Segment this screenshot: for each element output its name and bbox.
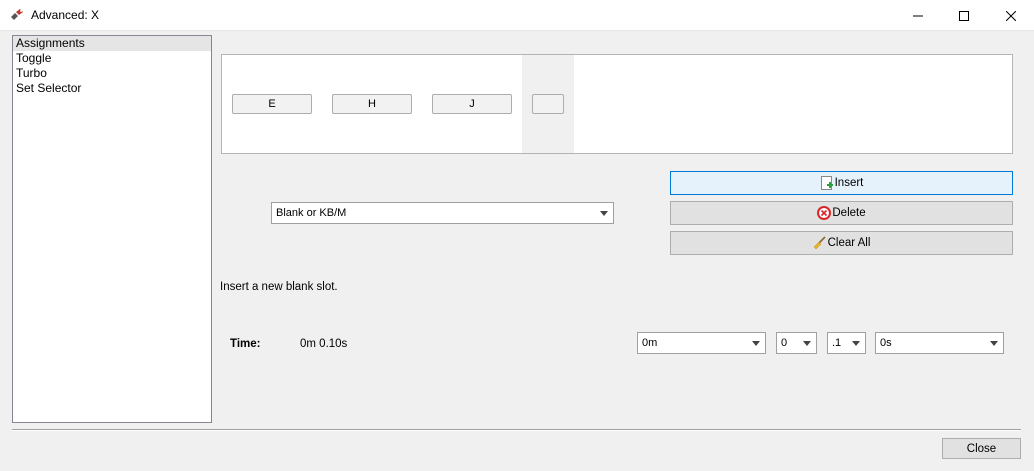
chevron-down-icon: [852, 341, 860, 346]
chevron-down-icon: [990, 341, 998, 346]
delete-label: Delete: [832, 207, 866, 219]
close-icon: [1006, 10, 1016, 21]
chevron-down-icon: [600, 211, 608, 216]
slot-button-h[interactable]: H: [332, 94, 412, 114]
slot-button-e[interactable]: E: [232, 94, 312, 114]
insert-label: Insert: [834, 177, 864, 189]
delete-button[interactable]: Delete: [670, 201, 1013, 225]
delete-icon: [817, 206, 832, 220]
minimize-icon: [913, 15, 923, 16]
time-unit-value: 0s: [880, 337, 892, 349]
maximize-icon: [959, 10, 969, 21]
time-value: 0m 0.10s: [300, 338, 348, 350]
footer-divider: [12, 429, 1021, 431]
broom-icon: [813, 236, 826, 250]
title-bar: Advanced: X: [0, 0, 1034, 31]
assignment-type-select[interactable]: Blank or KB/M: [271, 202, 614, 224]
insert-button[interactable]: Insert: [670, 171, 1013, 195]
chevron-down-icon: [803, 341, 811, 346]
maximize-button[interactable]: [941, 0, 987, 31]
time-label: Time:: [230, 338, 261, 350]
list-item-turbo[interactable]: Turbo: [13, 66, 211, 81]
gamepad-icon: [11, 9, 23, 20]
time-seconds-value: 0: [781, 337, 788, 349]
time-minutes-select[interactable]: 0m: [637, 332, 766, 354]
close-window-button[interactable]: [988, 0, 1034, 31]
insert-icon: [820, 176, 833, 190]
minimize-button[interactable]: [895, 0, 941, 31]
slot-button-empty[interactable]: [532, 94, 564, 114]
time-minutes-value: 0m: [642, 337, 658, 349]
mode-list[interactable]: Assignments Toggle Turbo Set Selector: [12, 35, 212, 423]
time-fraction-select[interactable]: .1: [827, 332, 866, 354]
list-item-assignments[interactable]: Assignments: [13, 36, 211, 51]
time-seconds-select[interactable]: 0: [776, 332, 817, 354]
time-unit-select[interactable]: 0s: [875, 332, 1004, 354]
close-button[interactable]: Close: [942, 438, 1021, 459]
slot-button-j[interactable]: J: [432, 94, 512, 114]
list-item-set-selector[interactable]: Set Selector: [13, 81, 211, 96]
window-title: Advanced: X: [31, 8, 100, 22]
clear-all-button[interactable]: Clear All: [670, 231, 1013, 255]
assignment-type-value: Blank or KB/M: [276, 207, 347, 219]
clear-all-label: Clear All: [827, 237, 871, 249]
hint-text: Insert a new blank slot.: [220, 281, 338, 293]
slot-panel: E H J: [221, 54, 1013, 154]
chevron-down-icon: [752, 341, 760, 346]
list-item-toggle[interactable]: Toggle: [13, 51, 211, 66]
time-fraction-value: .1: [832, 337, 842, 349]
